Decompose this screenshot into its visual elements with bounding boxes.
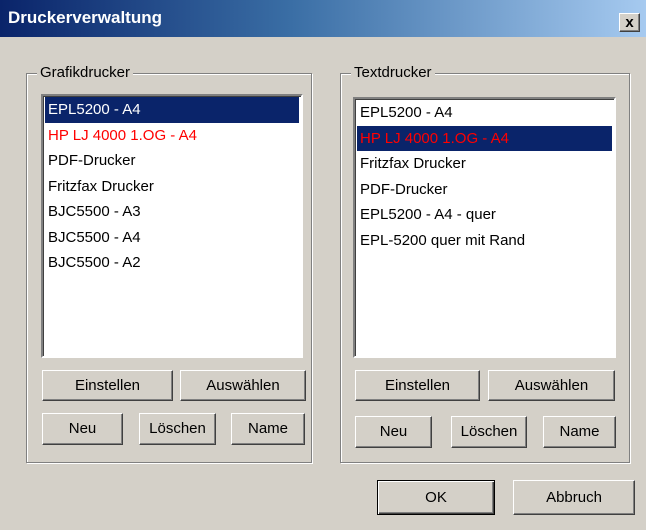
text-select-button[interactable]: Auswählen — [488, 370, 615, 401]
printer-list-item[interactable]: EPL5200 - A4 - quer — [357, 202, 612, 228]
printer-list-item[interactable]: EPL-5200 quer mit Rand — [357, 228, 612, 254]
close-icon: x — [625, 14, 634, 31]
printer-list-item[interactable]: PDF-Drucker — [45, 148, 299, 174]
graphic-new-button[interactable]: Neu — [42, 413, 123, 445]
text-delete-button[interactable]: Löschen — [451, 416, 527, 448]
text-printer-list[interactable]: EPL5200 - A4 HP LJ 4000 1.OG - A4 Fritzfax… — [353, 97, 616, 358]
printer-list-item[interactable]: Fritzfax Drucker — [45, 174, 299, 200]
printer-list-item[interactable]: BJC5500 - A4 — [45, 225, 299, 251]
text-printer-group-label: Textdrucker — [351, 64, 435, 82]
text-setup-button[interactable]: Einstellen — [355, 370, 480, 401]
printer-list-item[interactable]: PDF-Drucker — [357, 177, 612, 203]
printer-list-item[interactable]: BJC5500 - A3 — [45, 199, 299, 225]
graphic-printer-group-label: Grafikdrucker — [37, 64, 134, 82]
graphic-delete-button[interactable]: Löschen — [139, 413, 216, 445]
printer-list-item[interactable]: EPL5200 - A4 — [45, 97, 299, 123]
printer-list-item[interactable]: Fritzfax Drucker — [357, 151, 612, 177]
printer-list-item[interactable]: HP LJ 4000 1.OG - A4 — [45, 123, 299, 149]
graphic-printer-list[interactable]: EPL5200 - A4 HP LJ 4000 1.OG - A4 PDF-Druc… — [41, 94, 303, 358]
ok-button[interactable]: OK — [377, 480, 495, 515]
window-title: Druckerverwaltung — [8, 8, 162, 27]
text-new-button[interactable]: Neu — [355, 416, 432, 448]
title-bar[interactable]: Druckerverwaltung x — [0, 0, 646, 37]
graphic-name-button[interactable]: Name — [231, 413, 305, 445]
printer-manager-dialog: Druckerverwaltung x Grafikdrucker EPL520… — [0, 0, 646, 530]
printer-list-item[interactable]: EPL5200 - A4 — [357, 100, 612, 126]
printer-list-item[interactable]: BJC5500 - A2 — [45, 250, 299, 276]
cancel-button[interactable]: Abbruch — [513, 480, 635, 515]
close-button[interactable]: x — [619, 13, 640, 32]
graphic-setup-button[interactable]: Einstellen — [42, 370, 173, 401]
text-name-button[interactable]: Name — [543, 416, 616, 448]
graphic-select-button[interactable]: Auswählen — [180, 370, 306, 401]
printer-list-item[interactable]: HP LJ 4000 1.OG - A4 — [357, 125, 612, 151]
